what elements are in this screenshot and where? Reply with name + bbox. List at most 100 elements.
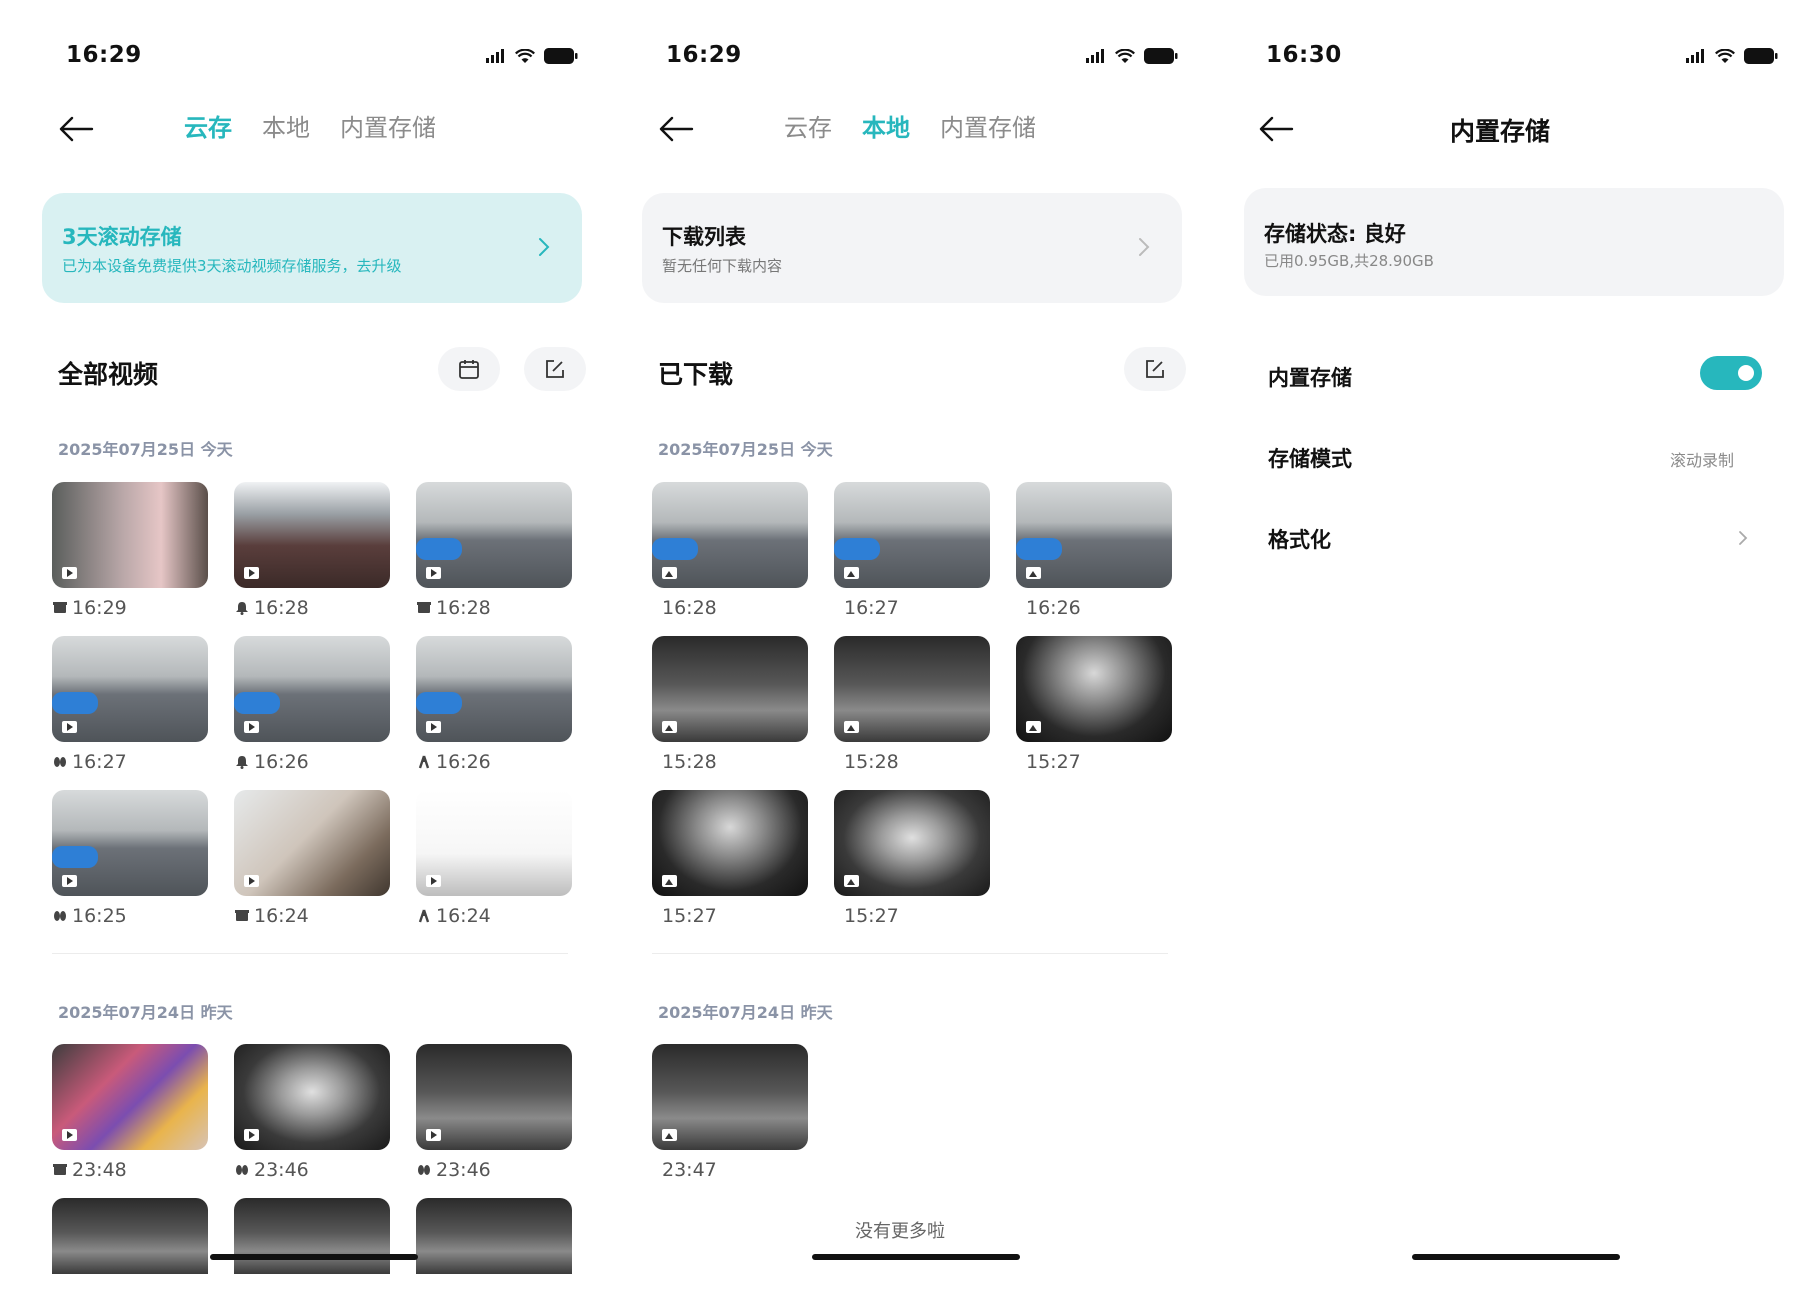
download-item[interactable]: 15:27 — [1016, 636, 1172, 790]
video-item[interactable]: 16:27 — [52, 636, 208, 790]
video-item[interactable]: 16:24 — [234, 790, 390, 944]
back-arrow-icon[interactable] — [658, 114, 694, 144]
video-item[interactable]: 16:24 — [416, 790, 572, 944]
image-icon — [662, 567, 677, 579]
chevron-right-icon — [1139, 238, 1150, 256]
download-item[interactable]: 15:28 — [652, 636, 808, 790]
tab-cloud[interactable]: 云存 — [784, 108, 832, 143]
tab-local[interactable]: 本地 — [262, 108, 310, 143]
download-thumbnail[interactable] — [834, 636, 990, 742]
video-thumbnail[interactable] — [416, 482, 572, 588]
download-item[interactable]: 15:28 — [834, 636, 990, 790]
edit-button[interactable] — [524, 347, 586, 391]
download-item[interactable]: 16:26 — [1016, 482, 1172, 636]
download-thumbnail[interactable] — [652, 790, 808, 896]
video-thumbnail[interactable] — [416, 636, 572, 742]
status-time: 16:29 — [666, 42, 742, 68]
download-list-banner[interactable]: 下载列表 暂无任何下载内容 — [642, 193, 1182, 303]
tab-builtin-storage[interactable]: 内置存储 — [940, 108, 1036, 143]
play-icon — [62, 721, 77, 733]
video-thumbnail[interactable] — [52, 636, 208, 742]
status-bar: 16:30 — [1200, 42, 1800, 74]
video-item[interactable]: 16:28 — [234, 482, 390, 636]
video-item[interactable] — [234, 1198, 390, 1274]
video-thumbnail[interactable] — [234, 790, 390, 896]
download-time: 15:28 — [662, 751, 717, 773]
footprints-icon — [52, 755, 68, 769]
package-icon — [52, 601, 68, 615]
video-item[interactable]: 23:46 — [416, 1044, 572, 1198]
video-item[interactable]: 23:48 — [52, 1044, 208, 1198]
tab-local[interactable]: 本地 — [862, 108, 910, 143]
video-item[interactable]: 16:29 — [52, 482, 208, 636]
video-item[interactable]: 16:26 — [234, 636, 390, 790]
date-label-yesterday: 2025年07月24日 昨天 — [58, 1003, 233, 1022]
video-grid-yesterday-more — [52, 1198, 572, 1274]
storage-mode-row[interactable]: 存储模式 滚动录制 — [1268, 437, 1762, 477]
video-item[interactable] — [52, 1198, 208, 1274]
download-thumbnail[interactable] — [652, 636, 808, 742]
bell-icon — [234, 601, 250, 615]
download-thumbnail[interactable] — [1016, 482, 1172, 588]
builtin-storage-row: 内置存储 — [1268, 356, 1762, 396]
date-label-yesterday: 2025年07月24日 昨天 — [658, 1003, 833, 1022]
video-thumbnail[interactable] — [52, 1198, 208, 1274]
tab-builtin-storage[interactable]: 内置存储 — [340, 108, 436, 143]
video-thumbnail[interactable] — [52, 790, 208, 896]
download-grid-today: 16:28 16:27 16:26 15:28 15:28 15:27 15:2… — [652, 482, 1172, 944]
section-title: 全部视频 — [58, 360, 159, 389]
download-thumbnail[interactable] — [834, 790, 990, 896]
storage-status-card: 存储状态: 良好 已用0.95GB,共28.90GB — [1244, 188, 1784, 296]
back-arrow-icon[interactable] — [58, 114, 94, 144]
video-item[interactable]: 16:28 — [416, 482, 572, 636]
video-thumbnail[interactable] — [52, 1044, 208, 1150]
video-thumbnail[interactable] — [416, 1198, 572, 1274]
storage-mode-value: 滚动录制 — [1669, 451, 1734, 470]
battery-icon — [1744, 48, 1778, 64]
download-thumbnail[interactable] — [1016, 636, 1172, 742]
download-thumbnail[interactable] — [834, 482, 990, 588]
package-icon — [234, 909, 250, 923]
video-thumbnail[interactable] — [416, 1044, 572, 1150]
cellular-signal-icon — [486, 49, 504, 63]
video-item[interactable]: 16:25 — [52, 790, 208, 944]
image-icon — [1026, 721, 1041, 733]
download-item[interactable]: 15:27 — [834, 790, 990, 944]
tab-cloud[interactable]: 云存 — [184, 108, 232, 143]
video-thumbnail[interactable] — [234, 1044, 390, 1150]
video-thumbnail[interactable] — [234, 482, 390, 588]
package-icon — [52, 1163, 68, 1177]
calendar-button[interactable] — [438, 347, 500, 391]
video-time: 16:24 — [436, 905, 491, 927]
download-time: 16:28 — [662, 597, 717, 619]
divider — [52, 953, 568, 954]
builtin-storage-toggle[interactable] — [1700, 356, 1762, 390]
video-item[interactable]: 16:26 — [416, 636, 572, 790]
download-item[interactable]: 23:47 — [652, 1044, 808, 1198]
download-time: 15:27 — [844, 905, 899, 927]
download-item[interactable]: 15:27 — [652, 790, 808, 944]
download-thumbnail[interactable] — [652, 482, 808, 588]
rolling-storage-banner[interactable]: 3天滚动存储 已为本设备免费提供3天滚动视频存储服务，去升级 — [42, 193, 582, 303]
setting-label: 格式化 — [1268, 528, 1331, 552]
video-item[interactable] — [416, 1198, 572, 1274]
video-time: 16:24 — [254, 905, 309, 927]
video-thumbnail[interactable] — [234, 1198, 390, 1274]
video-thumbnail[interactable] — [52, 482, 208, 588]
image-icon — [844, 567, 859, 579]
video-thumbnail[interactable] — [234, 636, 390, 742]
video-item[interactable]: 23:46 — [234, 1044, 390, 1198]
cellular-signal-icon — [1686, 49, 1704, 63]
download-time: 15:28 — [844, 751, 899, 773]
video-thumbnail[interactable] — [416, 790, 572, 896]
status-time: 16:29 — [66, 42, 142, 68]
download-thumbnail[interactable] — [652, 1044, 808, 1150]
edit-icon — [1146, 360, 1164, 378]
download-item[interactable]: 16:27 — [834, 482, 990, 636]
format-row[interactable]: 格式化 — [1268, 518, 1762, 558]
play-icon — [244, 567, 259, 579]
edit-button[interactable] — [1124, 347, 1186, 391]
person-walking-icon — [416, 755, 432, 769]
download-item[interactable]: 16:28 — [652, 482, 808, 636]
image-icon — [662, 721, 677, 733]
